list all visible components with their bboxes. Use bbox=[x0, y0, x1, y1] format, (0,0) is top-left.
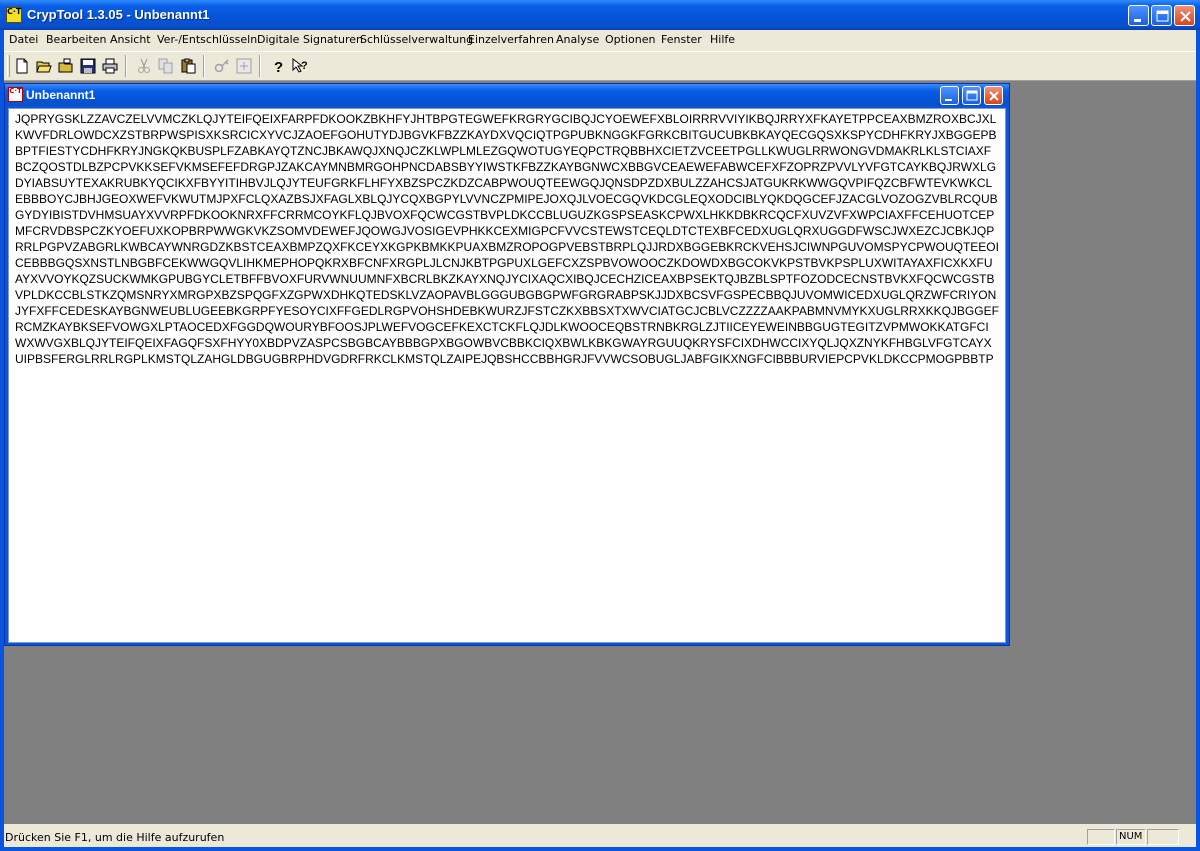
document-maximize-button[interactable] bbox=[962, 86, 981, 105]
save-button[interactable] bbox=[77, 55, 99, 77]
paste-button[interactable] bbox=[177, 55, 199, 77]
toolbar-separator bbox=[259, 55, 261, 77]
copy-button[interactable] bbox=[155, 55, 177, 77]
toolbar: ? ? bbox=[4, 51, 1196, 81]
minimize-icon bbox=[945, 99, 952, 101]
status-pane-scroll bbox=[1147, 829, 1179, 845]
help-button[interactable]: ? bbox=[267, 55, 289, 77]
maximize-icon bbox=[1156, 10, 1169, 22]
menu-ver-entschluesseln[interactable]: Ver-/Entschlüsseln bbox=[157, 33, 257, 46]
menu-datei[interactable]: Datei bbox=[9, 33, 38, 46]
context-help-icon: ? bbox=[292, 58, 308, 73]
print-icon bbox=[102, 58, 118, 74]
status-pane-caps bbox=[1087, 829, 1115, 845]
cut-button[interactable] bbox=[133, 55, 155, 77]
copy-icon bbox=[158, 58, 173, 74]
app-client-area: Datei Bearbeiten Ansicht Ver-/Entschlüss… bbox=[4, 30, 1196, 847]
maximize-icon bbox=[966, 90, 978, 101]
open-folder-button[interactable] bbox=[33, 55, 55, 77]
window-title: CrypTool 1.3.05 - Unbenannt1 bbox=[27, 7, 210, 22]
close-icon bbox=[1180, 11, 1191, 22]
status-message: Drücken Sie F1, um die Hilfe aufzurufen bbox=[5, 831, 225, 844]
open-plain-button[interactable] bbox=[55, 55, 77, 77]
key-icon bbox=[214, 59, 229, 73]
menu-fenster[interactable]: Fenster bbox=[661, 33, 702, 46]
new-document-button[interactable] bbox=[11, 55, 33, 77]
minimize-button[interactable] bbox=[1128, 5, 1149, 26]
close-button[interactable] bbox=[1174, 5, 1195, 26]
context-help-button[interactable]: ? bbox=[289, 55, 311, 77]
document-title-bar[interactable]: C·T Unbenannt1 bbox=[5, 84, 1009, 106]
key-show-button[interactable] bbox=[233, 55, 255, 77]
status-bar: Drücken Sie F1, um die Hilfe aufzurufen … bbox=[4, 827, 1196, 847]
open-folder-icon bbox=[36, 61, 52, 73]
menu-bearbeiten[interactable]: Bearbeiten bbox=[46, 33, 106, 46]
main-window: C·T CrypTool 1.3.05 - Unbenannt1 Datei B… bbox=[0, 0, 1200, 851]
menu-digitale-signaturen[interactable]: Digitale Signaturen bbox=[257, 33, 363, 46]
document-close-button[interactable] bbox=[984, 86, 1003, 105]
key-show-icon bbox=[236, 58, 252, 74]
menu-analyse[interactable]: Analyse bbox=[556, 33, 599, 46]
open-plain-icon bbox=[58, 58, 73, 73]
svg-text:?: ? bbox=[274, 59, 283, 74]
close-icon bbox=[989, 91, 999, 101]
document-minimize-button[interactable] bbox=[940, 86, 959, 105]
paste-icon bbox=[181, 58, 196, 74]
menu-optionen[interactable]: Optionen bbox=[605, 33, 655, 46]
minimize-icon bbox=[1134, 19, 1141, 22]
save-icon bbox=[80, 58, 96, 74]
toolbar-grip[interactable] bbox=[7, 55, 10, 77]
status-pane-num: NUM bbox=[1116, 829, 1146, 845]
toolbar-separator bbox=[125, 55, 127, 77]
menu-bar: Datei Bearbeiten Ansicht Ver-/Entschlüss… bbox=[4, 30, 1196, 49]
menu-einzelverfahren[interactable]: Einzelverfahren bbox=[468, 33, 554, 46]
menu-schluesselverwaltung[interactable]: Schlüsselverwaltung bbox=[360, 33, 473, 46]
menu-hilfe[interactable]: Hilfe bbox=[710, 33, 735, 46]
document-text-editor[interactable]: JQPRYGSKLZZAVCZELVVMCZKLQJYTEIFQEIXFARPF… bbox=[8, 108, 1006, 643]
cut-icon bbox=[138, 58, 150, 73]
toolbar-separator bbox=[203, 55, 205, 77]
menu-ansicht[interactable]: Ansicht bbox=[110, 33, 151, 46]
svg-text:?: ? bbox=[301, 60, 308, 72]
print-button[interactable] bbox=[99, 55, 121, 77]
new-document-icon bbox=[16, 58, 28, 74]
help-icon: ? bbox=[274, 59, 283, 74]
document-title: Unbenannt1 bbox=[26, 88, 96, 102]
key-button[interactable] bbox=[211, 55, 233, 77]
title-bar[interactable]: C·T CrypTool 1.3.05 - Unbenannt1 bbox=[0, 0, 1200, 30]
maximize-button[interactable] bbox=[1151, 5, 1172, 26]
document-icon[interactable]: C·T bbox=[8, 87, 23, 102]
document-window: C·T Unbenannt1 JQPRYGSKLZZAVCZELVVMCZKLQ… bbox=[4, 83, 1010, 646]
mdi-client-area: C·T Unbenannt1 JQPRYGSKLZZAVCZELVVMCZKLQ… bbox=[4, 81, 1196, 824]
cryptool-app-icon[interactable]: C·T bbox=[6, 7, 22, 23]
